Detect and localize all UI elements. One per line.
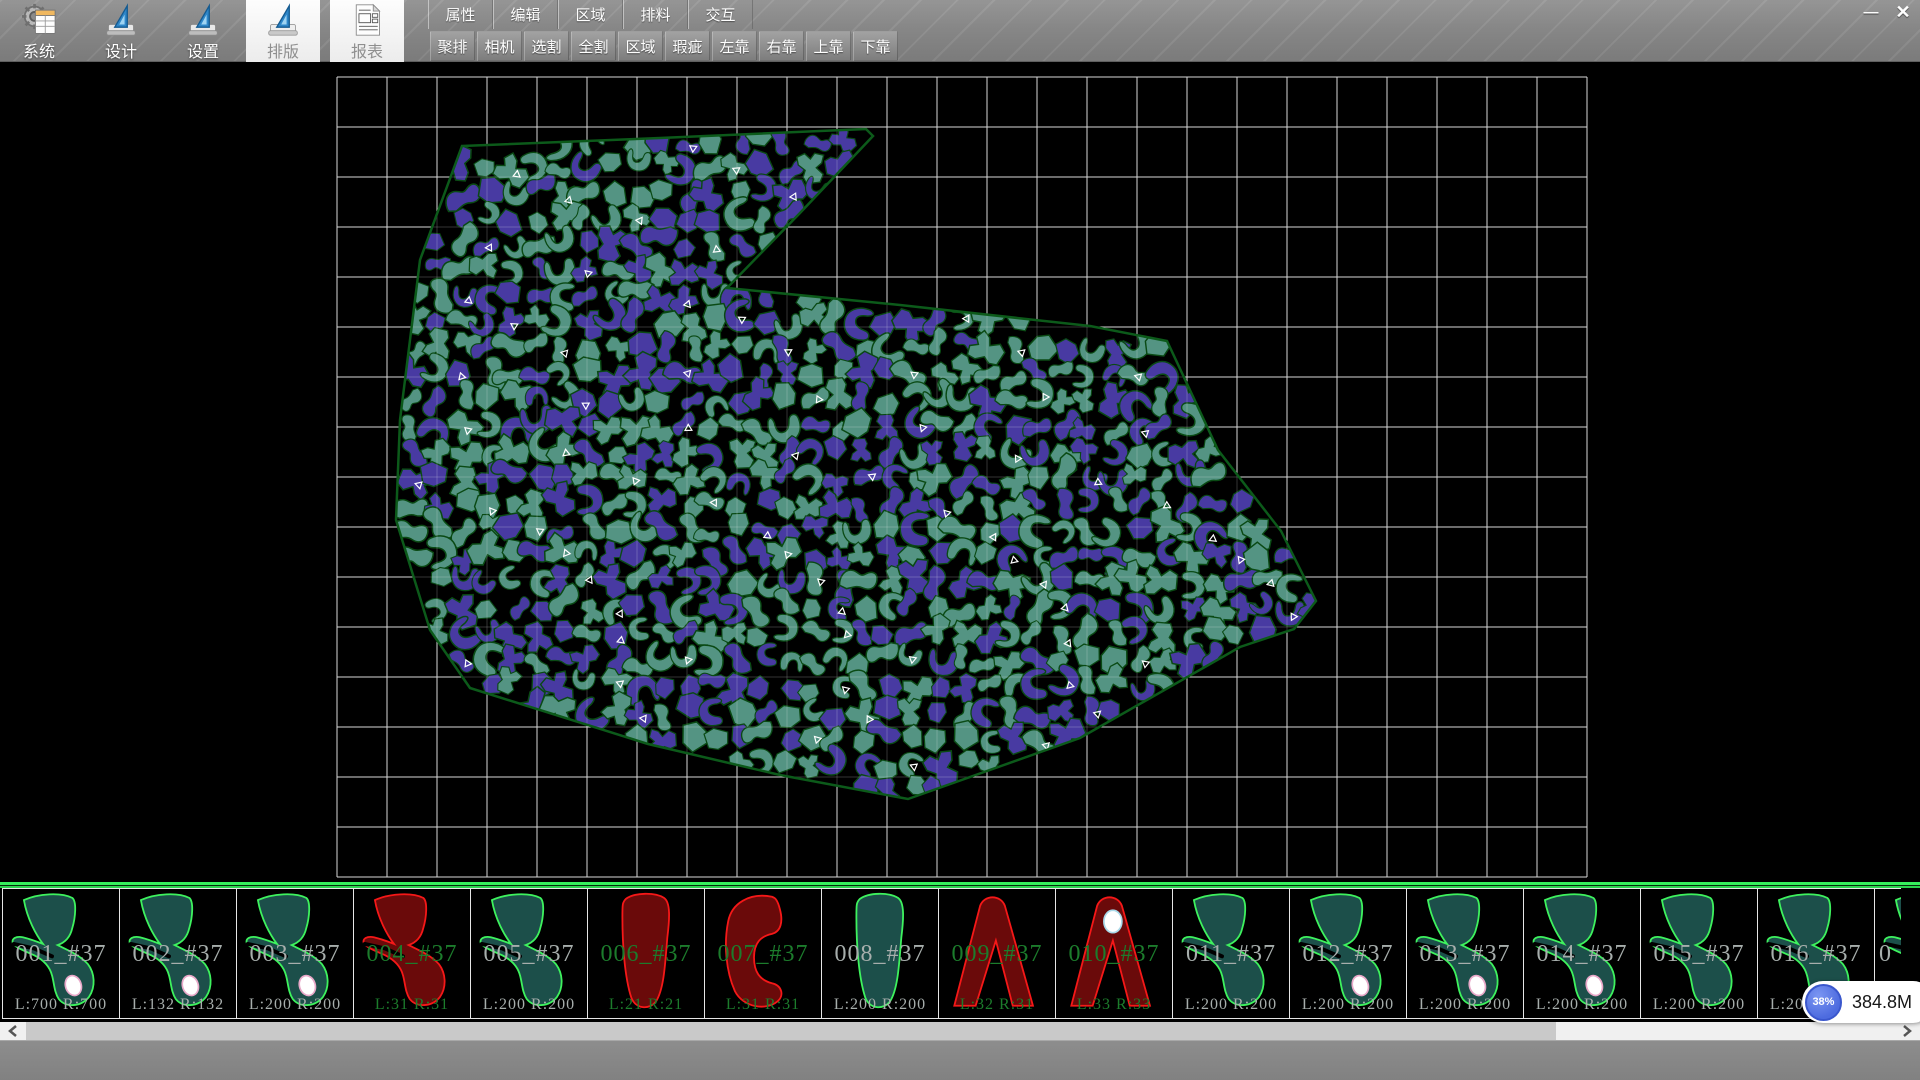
menu-region[interactable]: 区域: [558, 0, 623, 29]
part-thumbnail-10[interactable]: 010_#37 L:33 R:33: [1055, 888, 1173, 1019]
nav-button-label: 系统: [23, 38, 55, 62]
part-name: 001_#37: [3, 941, 119, 968]
menu-row-2: 聚排 相机 选割 全割 区域 瑕疵 左靠 右靠 上靠 下靠: [430, 31, 898, 61]
tool-select-cut[interactable]: 选割: [524, 31, 569, 61]
part-name: 016_#37: [1758, 941, 1874, 968]
part-thumbnail-12[interactable]: 012_#37 L:200 R:200: [1289, 888, 1407, 1019]
part-thumbnail-14[interactable]: 014_#37 L:200 R:200: [1523, 888, 1641, 1019]
memory-badge: 38% 384.8M: [1802, 981, 1920, 1023]
status-bar: [0, 1040, 1920, 1080]
part-thumbnail-15[interactable]: 015_#37 L:200 R:200: [1640, 888, 1758, 1019]
nav-button-report[interactable]: 报表: [330, 0, 404, 62]
part-name: 011_#37: [1173, 941, 1289, 968]
part-lr-count: L:200 R:200: [1524, 996, 1640, 1014]
nesting-canvas[interactable]: [0, 62, 1920, 882]
memory-value: 384.8M: [1852, 992, 1912, 1013]
horizontal-scrollbar[interactable]: [0, 1022, 1920, 1040]
part-thumbnail-6[interactable]: 006_#37 L:21 R:21: [587, 888, 705, 1019]
toolbar: 系统 设计 设置: [0, 0, 1920, 62]
nesting-app-window: 系统 设计 设置: [0, 0, 1920, 1080]
parts-strip: 001_#37L:700 R:700002_#37L:132 R:132003_…: [0, 882, 1920, 1022]
part-name: 014_#37: [1524, 941, 1640, 968]
part-name: 007_#37: [705, 941, 821, 968]
nav-button-label: 设计: [105, 38, 137, 62]
part-thumbnail-7[interactable]: 007_#37 L:31 R:31: [704, 888, 822, 1019]
tool-align-top[interactable]: 上靠: [806, 31, 851, 61]
tool-align-right[interactable]: 右靠: [759, 31, 804, 61]
tool-defect[interactable]: 瑕疵: [665, 31, 710, 61]
nav-button-label: 排版: [267, 38, 299, 62]
scrollbar-thumb[interactable]: [26, 1022, 1556, 1040]
part-name: 009_#37: [939, 941, 1055, 968]
part-name: 0: [1875, 941, 1901, 968]
part-lr-count: L:200 R:200: [1290, 996, 1406, 1014]
ruler-board-icon: [101, 3, 141, 37]
menu-properties[interactable]: 属性: [428, 0, 493, 29]
tool-cut-all[interactable]: 全割: [571, 31, 616, 61]
part-name: 006_#37: [588, 941, 704, 968]
tool-region[interactable]: 区域: [618, 31, 663, 61]
progress-value: 38%: [1812, 996, 1834, 1008]
part-lr-count: L:700 R:700: [3, 996, 119, 1014]
nav-button-settings[interactable]: 设置: [168, 0, 238, 62]
part-name: 013_#37: [1407, 941, 1523, 968]
part-thumbnail-8[interactable]: 008_#37 L:200 R:200: [821, 888, 939, 1019]
gear-table-icon: [19, 3, 59, 37]
tool-align-left[interactable]: 左靠: [712, 31, 757, 61]
part-thumbnail-2[interactable]: 002_#37 L:132 R:132: [119, 888, 237, 1019]
report-doc-icon: [347, 3, 387, 37]
menu-row-1: 属性 编辑 区域 排料 交互: [428, 0, 753, 29]
part-lr-count: L:132 R:132: [120, 996, 236, 1014]
part-thumbnail-4[interactable]: 004_#37 L:31 R:31: [353, 888, 471, 1019]
nav-button-design[interactable]: 设计: [86, 0, 156, 62]
part-lr-count: L:33 R:33: [1056, 996, 1172, 1014]
part-name: 015_#37: [1641, 941, 1757, 968]
hide-nesting-view: [0, 62, 1920, 882]
part-lr-count: L:200 R:200: [1407, 996, 1523, 1014]
part-lr-count: L:200 R:200: [1173, 996, 1289, 1014]
window-controls: — ✕: [1858, 2, 1916, 22]
close-button[interactable]: ✕: [1890, 2, 1916, 22]
part-lr-count: L:200 R:200: [237, 996, 353, 1014]
part-thumbnail-11[interactable]: 011_#37 L:200 R:200: [1172, 888, 1290, 1019]
part-lr-count: L:200 R:200: [822, 996, 938, 1014]
tool-cluster-nest[interactable]: 聚排: [430, 31, 475, 61]
part-name: 002_#37: [120, 941, 236, 968]
part-lr-count: L:31 R:31: [354, 996, 470, 1014]
scroll-right-button[interactable]: [1894, 1022, 1920, 1040]
menu-interactive[interactable]: 交互: [688, 0, 753, 29]
menu-edit[interactable]: 编辑: [493, 0, 558, 29]
ruler-board-icon: [263, 3, 303, 37]
part-name: 003_#37: [237, 941, 353, 968]
nav-button-system[interactable]: 系统: [4, 0, 74, 62]
part-thumbnail-13[interactable]: 013_#37 L:200 R:200: [1406, 888, 1524, 1019]
scroll-left-button[interactable]: [0, 1022, 26, 1040]
part-name: 004_#37: [354, 941, 470, 968]
nav-button-nesting-active[interactable]: 排版: [246, 0, 320, 62]
parts-strip-cells: 001_#37L:700 R:700002_#37L:132 R:132003_…: [2, 888, 1900, 1019]
menu-nesting[interactable]: 排料: [623, 0, 688, 29]
part-lr-count: L:200 R:200: [1641, 996, 1757, 1014]
chevron-left-icon: [8, 1025, 18, 1037]
part-name: 008_#37: [822, 941, 938, 968]
part-name: 012_#37: [1290, 941, 1406, 968]
progress-circle: 38%: [1805, 984, 1842, 1021]
part-lr-count: L:200 R:200: [471, 996, 587, 1014]
part-lr-count: L:31 R:31: [705, 996, 821, 1014]
nav-button-label: 设置: [187, 38, 219, 62]
ruler-board-icon: [183, 3, 223, 37]
minimize-button[interactable]: —: [1858, 2, 1884, 22]
part-thumbnail-9[interactable]: 009_#37 L:32 R:31: [938, 888, 1056, 1019]
part-thumbnail-3[interactable]: 003_#37 L:200 R:200: [236, 888, 354, 1019]
tool-align-bottom[interactable]: 下靠: [853, 31, 898, 61]
part-name: 005_#37: [471, 941, 587, 968]
part-name: 010_#37: [1056, 941, 1172, 968]
tool-camera[interactable]: 相机: [477, 31, 522, 61]
part-lr-count: L:32 R:31: [939, 996, 1055, 1014]
part-thumbnail-1[interactable]: 001_#37 L:700 R:700: [2, 888, 120, 1019]
part-lr-count: L:21 R:21: [588, 996, 704, 1014]
nav-button-label: 报表: [351, 38, 383, 62]
chevron-right-icon: [1902, 1025, 1912, 1037]
part-thumbnail-5[interactable]: 005_#37 L:200 R:200: [470, 888, 588, 1019]
